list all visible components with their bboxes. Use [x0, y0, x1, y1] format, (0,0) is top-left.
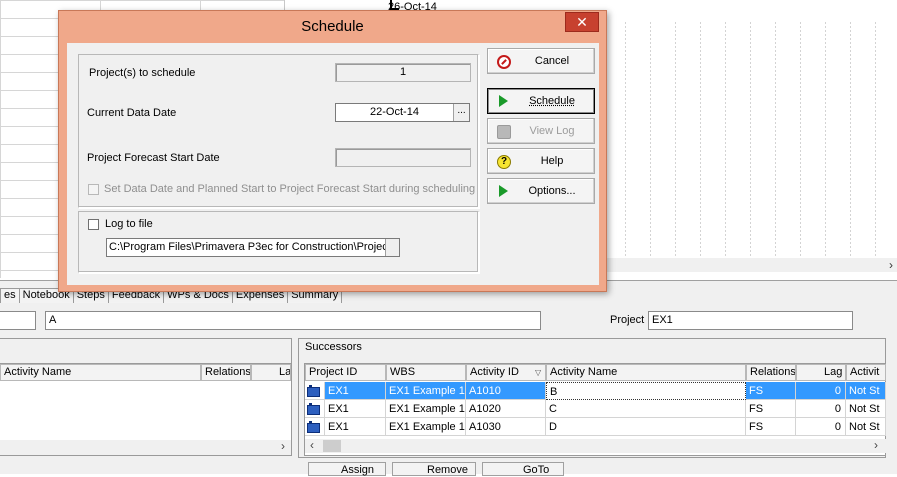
set-data-date-label: Set Data Date and Planned Start to Proje…: [104, 183, 475, 195]
successors-scrollbar[interactable]: ‹ ›: [305, 439, 886, 453]
sort-filter-icon[interactable]: ▽: [535, 368, 541, 377]
dialog-title: Schedule: [59, 11, 606, 43]
cell-status: Not St: [846, 418, 886, 436]
forecast-start-value: [335, 148, 471, 167]
schedule-dialog: Schedule ✕ Project(s) to schedule 1 Curr…: [58, 10, 607, 292]
activity-icon: [306, 403, 320, 415]
options-button[interactable]: Options...: [487, 178, 595, 204]
help-icon: ?: [497, 155, 511, 169]
schedule-button[interactable]: Schedule: [487, 88, 595, 114]
cell-wbs: EX1 Example 1: [386, 382, 466, 400]
column-header-wbs[interactable]: WBS: [386, 364, 466, 381]
log-path-field[interactable]: C:\Program Files\Primavera P3ec for Cons…: [106, 238, 400, 257]
help-button-label: Help: [510, 149, 594, 173]
column-header-relations[interactable]: Relations: [746, 364, 796, 381]
cell-lag: 0: [796, 382, 846, 400]
cell-project-id: EX1: [325, 400, 386, 418]
cell-project-id: EX1: [325, 418, 386, 436]
current-data-date-field[interactable]: 22-Oct-14 ...: [335, 103, 470, 122]
activity-name-field[interactable]: A: [45, 311, 541, 330]
column-header-activity-status[interactable]: Activit: [846, 364, 886, 381]
current-data-date-label: Current Data Date: [87, 107, 176, 119]
scrollbar-thumb[interactable]: [323, 440, 341, 452]
activity-icon: [306, 421, 320, 433]
gantt-horizontal-scrollbar[interactable]: ›: [600, 258, 897, 272]
project-label: Project: [610, 314, 644, 326]
column-header-activity-name[interactable]: Activity Name: [0, 364, 201, 381]
cell-activity-id: A1030: [466, 418, 546, 436]
log-to-file-label: Log to file: [105, 218, 153, 230]
cell-status: Not St: [846, 382, 886, 400]
current-data-date-value: 22-Oct-14: [336, 104, 453, 121]
play-icon: [499, 185, 508, 197]
cancel-button[interactable]: Cancel: [487, 48, 595, 74]
cell-activity-name: B: [546, 382, 746, 400]
chevron-right-icon[interactable]: ›: [889, 258, 893, 272]
projects-to-schedule-value: 1: [335, 63, 471, 82]
close-icon[interactable]: ✕: [576, 14, 588, 30]
cell-activity-id: A1010: [466, 382, 546, 400]
predecessors-scrollbar[interactable]: ›: [0, 440, 291, 454]
successors-title: Successors: [305, 341, 362, 353]
chevron-right-icon[interactable]: ›: [281, 439, 285, 453]
column-header-lag[interactable]: La: [251, 364, 291, 381]
cell-status: Not St: [846, 400, 886, 418]
cell-relation: FS: [746, 400, 796, 418]
activity-id-field[interactable]: [0, 311, 36, 330]
chevron-left-icon[interactable]: ‹: [310, 438, 314, 452]
column-header-activity-id[interactable]: Activity ID: [466, 364, 546, 381]
projects-to-schedule-label: Project(s) to schedule: [89, 67, 195, 79]
cell-wbs: EX1 Example 1: [386, 418, 466, 436]
options-button-label: Options...: [510, 179, 594, 203]
log-icon: [497, 125, 511, 139]
close-button[interactable]: ✕: [565, 12, 599, 32]
cancel-icon: [497, 55, 511, 69]
chevron-right-icon[interactable]: ›: [874, 438, 878, 452]
cell-activity-id: A1020: [466, 400, 546, 418]
schedule-button-label: Schedule: [510, 89, 594, 113]
column-header-project-id[interactable]: Project ID: [305, 364, 386, 381]
cell-activity-name: D: [546, 418, 746, 436]
view-log-button-label: View Log: [510, 119, 594, 143]
cell-relation: FS: [746, 382, 796, 400]
project-field[interactable]: EX1: [648, 311, 853, 330]
cell-relation: FS: [746, 418, 796, 436]
column-header-lag[interactable]: Lag: [796, 364, 846, 381]
column-header-relations[interactable]: Relations: [201, 364, 251, 381]
help-button[interactable]: ? Help: [487, 148, 595, 174]
cell-lag: 0: [796, 418, 846, 436]
date-picker-button[interactable]: ...: [453, 104, 469, 121]
view-log-button[interactable]: View Log: [487, 118, 595, 144]
column-header-activity-name[interactable]: Activity Name: [546, 364, 746, 381]
cancel-button-label: Cancel: [510, 49, 594, 73]
cell-activity-name: C: [546, 400, 746, 418]
cell-project-id: EX1: [325, 382, 386, 400]
activity-icon: [306, 385, 320, 397]
forecast-start-label: Project Forecast Start Date: [87, 152, 220, 164]
browse-button[interactable]: [385, 239, 399, 256]
log-to-file-checkbox[interactable]: [88, 219, 99, 230]
cell-lag: 0: [796, 400, 846, 418]
play-icon: [499, 95, 508, 107]
cell-wbs: EX1 Example 1: [386, 400, 466, 418]
set-data-date-checkbox[interactable]: [88, 184, 99, 195]
gantt-chart-area: [600, 20, 897, 258]
tab-partial[interactable]: es: [0, 288, 20, 303]
log-path-value: C:\Program Files\Primavera P3ec for Cons…: [109, 241, 391, 253]
